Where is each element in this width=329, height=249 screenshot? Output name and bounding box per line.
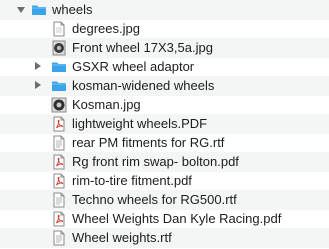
item-label: Wheel Weights Dan Kyle Racing.pdf xyxy=(72,211,282,226)
list-item[interactable]: lightweight wheels.PDF xyxy=(0,114,329,134)
item-label: wheels xyxy=(52,2,93,17)
list-item[interactable]: rear PM fitments for RG.rtf xyxy=(0,133,329,153)
list-item[interactable]: Techno wheels for RG500.rtf xyxy=(0,190,329,210)
disclosure-triangle-collapsed-icon[interactable] xyxy=(35,62,41,70)
pdf-file-icon xyxy=(51,211,67,227)
folder-icon xyxy=(51,59,67,75)
item-label: lightweight wheels.PDF xyxy=(72,116,208,131)
pdf-file-icon xyxy=(51,116,67,132)
pdf-file-icon xyxy=(51,173,67,189)
list-item[interactable]: Kosman.jpg xyxy=(0,95,329,115)
item-label: degrees.jpg xyxy=(72,21,140,36)
list-item[interactable]: rim-to-tire fitment.pdf xyxy=(0,171,329,191)
document-file-icon xyxy=(51,135,67,151)
item-label: rim-to-tire fitment.pdf xyxy=(72,173,192,188)
wheel-image-icon xyxy=(51,40,67,56)
pdf-file-icon xyxy=(51,154,67,170)
list-item[interactable]: GSXR wheel adaptor xyxy=(0,57,329,77)
list-item[interactable]: wheels xyxy=(0,0,329,20)
item-label: Rg front rim swap- bolton.pdf xyxy=(72,154,239,169)
folder-icon xyxy=(51,78,67,94)
item-label: Front wheel 17X3,5a.jpg xyxy=(72,40,213,55)
item-label: Wheel weights.rtf xyxy=(72,230,172,245)
list-item[interactable]: Wheel weights.rtf xyxy=(0,228,329,248)
list-item[interactable]: Rg front rim swap- bolton.pdf xyxy=(0,152,329,172)
document-file-icon xyxy=(51,192,67,208)
image-file-icon xyxy=(51,21,67,37)
item-label: Kosman.jpg xyxy=(72,97,141,112)
wheel-image-icon xyxy=(51,97,67,113)
list-item[interactable]: Wheel Weights Dan Kyle Racing.pdf xyxy=(0,209,329,229)
item-label: Techno wheels for RG500.rtf xyxy=(72,192,237,207)
item-label: GSXR wheel adaptor xyxy=(72,59,195,74)
item-label: rear PM fitments for RG.rtf xyxy=(72,135,225,150)
document-file-icon xyxy=(51,230,67,246)
item-label: kosman-widened wheels xyxy=(72,78,215,93)
disclosure-triangle-expanded-icon[interactable] xyxy=(17,7,25,13)
disclosure-triangle-collapsed-icon[interactable] xyxy=(35,81,41,89)
list-item[interactable]: kosman-widened wheels xyxy=(0,76,329,96)
folder-icon xyxy=(31,2,47,18)
list-item[interactable]: Front wheel 17X3,5a.jpg xyxy=(0,38,329,58)
list-item[interactable]: degrees.jpg xyxy=(0,19,329,39)
